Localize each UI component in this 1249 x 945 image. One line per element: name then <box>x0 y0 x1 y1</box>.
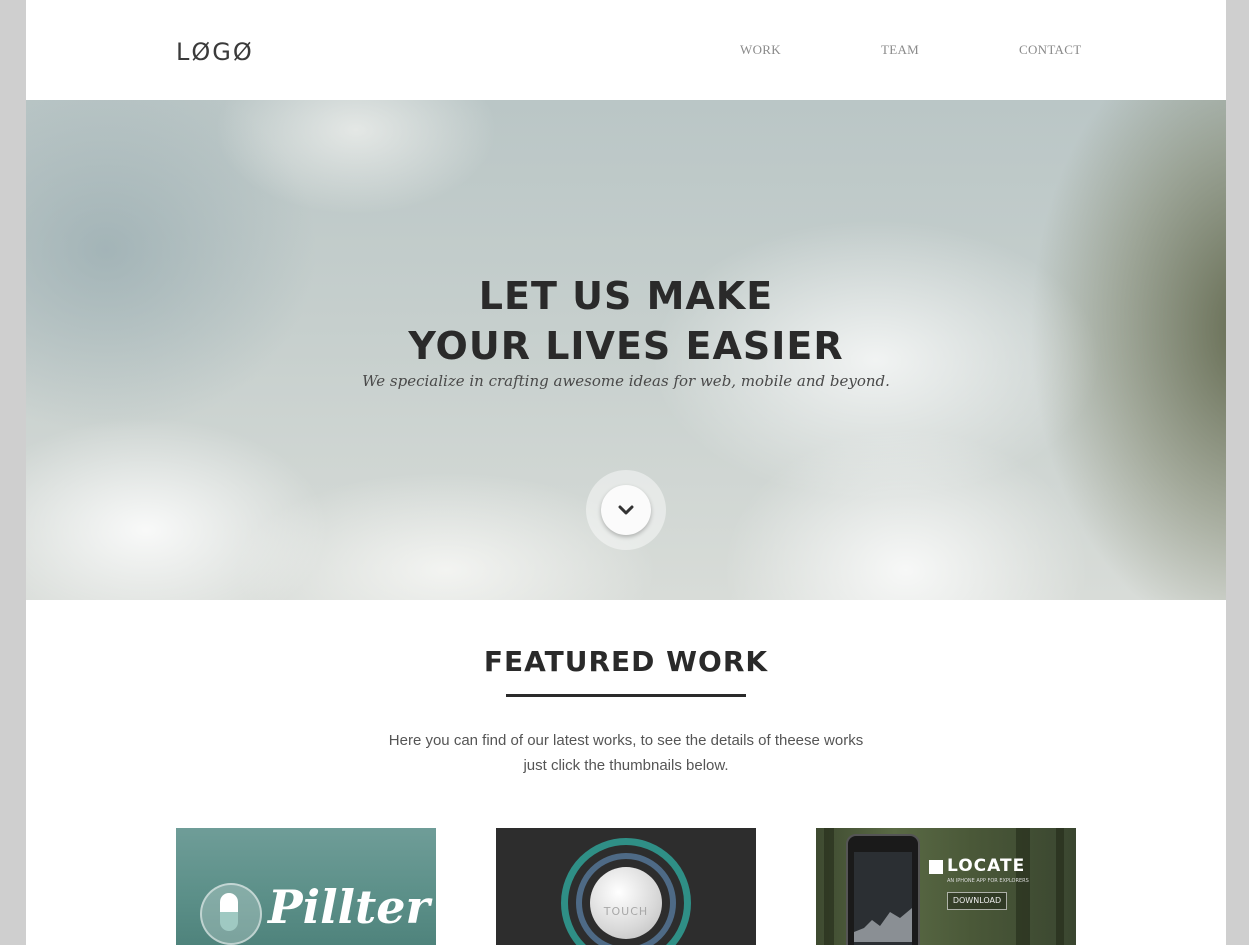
nav-work[interactable]: WORK <box>740 42 781 58</box>
featured-description: Here you can find of our latest works, t… <box>326 728 926 778</box>
featured-description-line1: Here you can find of our latest works, t… <box>388 732 864 749</box>
nav-contact[interactable]: CONTACT <box>1019 42 1081 58</box>
dial-knob <box>590 867 662 939</box>
logo[interactable]: LØGØ <box>176 38 254 66</box>
thumbnail-touch[interactable]: TOUCH <box>496 828 756 945</box>
scroll-down-button[interactable] <box>586 470 666 550</box>
nav-team[interactable]: TEAM <box>881 42 919 58</box>
thumbnail-pillter[interactable]: Pillter <box>176 828 436 945</box>
phone-graph-icon <box>854 908 912 942</box>
mountain-icon <box>929 860 943 874</box>
pill-icon <box>220 893 238 931</box>
hero-title-line1: LET US MAKE <box>478 274 774 318</box>
scroll-down-inner[interactable] <box>601 485 651 535</box>
phone-screen <box>854 852 912 945</box>
thumbnail-label: TOUCH <box>603 905 649 918</box>
featured-description-line2: just click the thumbnails below. <box>523 757 729 774</box>
tree-trunk <box>1016 828 1030 945</box>
thumbnail-locate[interactable]: LOCATE AN IPHONE APP FOR EXPLORERS DOWNL… <box>816 828 1076 945</box>
thumbnail-tagline: AN IPHONE APP FOR EXPLORERS <box>947 878 1029 884</box>
hero-banner: LET US MAKE YOUR LIVES EASIER We special… <box>26 100 1226 600</box>
hero-title-line2: YOUR LIVES EASIER <box>408 324 844 368</box>
hero-subtitle: We specialize in crafting awesome ideas … <box>362 372 890 390</box>
heading-underline <box>506 694 746 697</box>
site-header: LØGØ WORK TEAM CONTACT <box>26 0 1226 100</box>
tree-trunk <box>1056 828 1064 945</box>
thumbnail-label: Pillter <box>268 880 430 934</box>
phone-mockup <box>846 834 920 945</box>
tree-trunk <box>824 828 834 945</box>
chevron-down-icon <box>618 505 634 515</box>
download-button: DOWNLOAD <box>947 892 1007 910</box>
thumbnail-label: LOCATE <box>947 856 1026 876</box>
featured-work-heading: FEATURED WORK <box>483 645 769 678</box>
page: LØGØ WORK TEAM CONTACT LET US MAKE YOUR … <box>26 0 1226 945</box>
